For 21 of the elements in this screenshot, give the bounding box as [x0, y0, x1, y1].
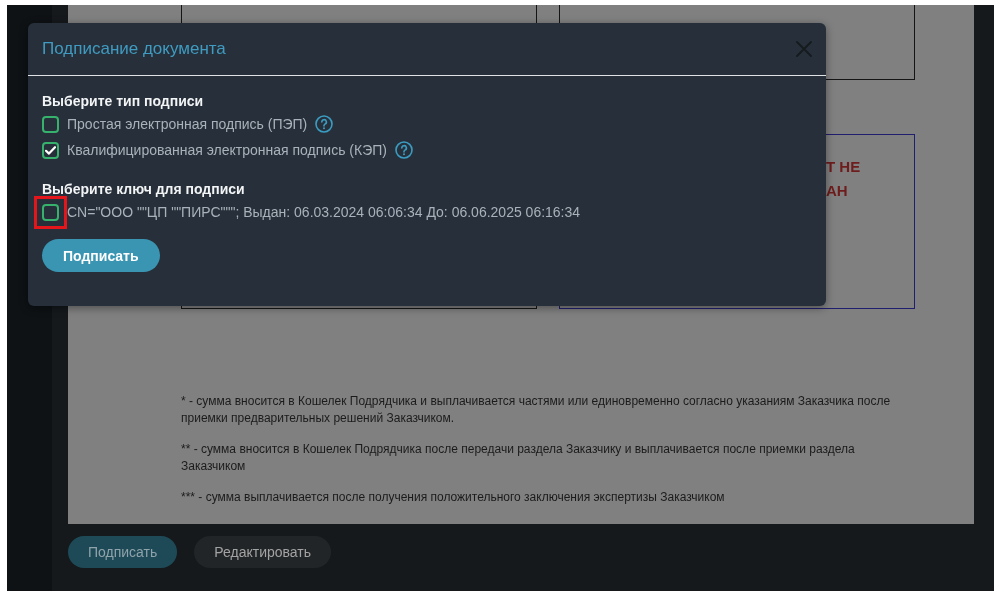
checkbox[interactable]: [42, 141, 59, 159]
section-heading: Выберите ключ для подписи: [42, 180, 246, 198]
edit-button[interactable]: Редактировать: [194, 536, 331, 568]
section-heading: Выберите тип подписи: [42, 92, 205, 110]
option-label[interactable]: CN="ООО ""ЦП ""ПИРС"""; Выдан: 06.03.2024 06:06:34 До: 06.06.2025 06:16:34: [67, 204, 581, 220]
checkmark-icon: [45, 145, 56, 155]
help-icon[interactable]: [315, 115, 334, 133]
option-label[interactable]: Простая электронная подпись (ПЭП): [67, 116, 308, 132]
checkbox[interactable]: [42, 203, 59, 221]
sign-button[interactable]: Подписать: [42, 239, 160, 272]
dialog-title: Подписание документа: [42, 39, 226, 59]
footnote-text: *** - сумма выплачивается после получения положительного заключения экспертизы Заказчиком: [181, 489, 726, 506]
sign-button[interactable]: Подписать: [68, 536, 178, 568]
option-label[interactable]: Квалифицированная электронная подпись (КЭП): [67, 142, 387, 158]
close-icon: [795, 40, 813, 58]
status-text: АН: [826, 181, 848, 201]
checkbox[interactable]: [42, 115, 59, 133]
footnote-text: * - сумма вносится в Кошелек Подрядчика и выплачивается частями или единовременно согласно указаниям Заказчика после приемки предварительных решений Заказчиком.: [181, 393, 892, 427]
status-text: Т НЕ: [826, 157, 861, 177]
help-icon[interactable]: [394, 141, 413, 159]
footnote-text: ** - сумма вносится в Кошелек Подрядчика после передачи раздела Заказчику и выплачивается после приемки раздела Заказчиком: [181, 441, 856, 475]
